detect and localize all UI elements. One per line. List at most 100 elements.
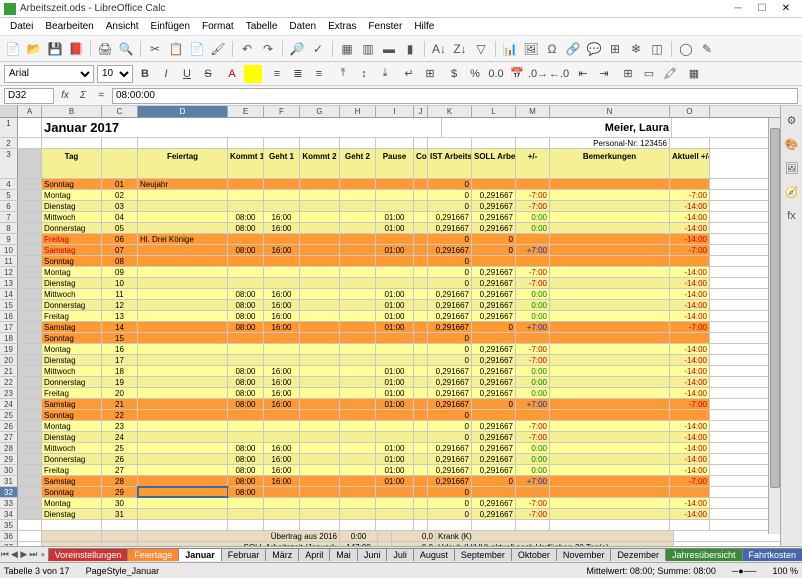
bold-button[interactable]: B [136,65,154,83]
cell[interactable]: Sonntag [42,410,102,420]
undo-icon[interactable]: ↶ [238,40,256,58]
cell[interactable] [138,399,228,409]
cell[interactable] [228,498,264,508]
cell[interactable] [138,223,228,233]
cell[interactable] [138,201,228,211]
cell[interactable] [414,256,428,266]
col-header-F[interactable]: F [264,106,300,117]
cell[interactable] [340,278,376,288]
cell[interactable] [300,311,340,321]
menu-bearbeiten[interactable]: Bearbeiten [39,19,99,34]
sum-icon[interactable]: Σ [76,89,90,103]
cell[interactable]: 16:00 [264,322,300,332]
freeze-icon[interactable]: ❄ [627,40,645,58]
col-header-O[interactable]: O [670,106,710,117]
cell[interactable]: -14:00 [670,300,710,310]
cell[interactable]: 16:00 [264,377,300,387]
cell[interactable]: 0 [428,487,472,497]
cell[interactable]: 0,291667 [472,212,516,222]
row-header[interactable]: 15 [0,300,18,310]
cell[interactable]: Dienstag [42,201,102,211]
cell[interactable] [550,333,670,343]
save-icon[interactable]: 💾 [46,40,64,58]
cell[interactable] [300,278,340,288]
cell[interactable]: -14:00 [670,388,710,398]
cell[interactable]: 0 [428,234,472,244]
cell[interactable] [18,542,42,546]
cell[interactable] [300,179,340,189]
cell[interactable]: 08:00 [228,289,264,299]
col-header-M[interactable]: M [516,106,550,117]
cell[interactable]: Donnerstag [42,300,102,310]
cell[interactable] [516,333,550,343]
cell[interactable]: 0:00 [516,388,550,398]
cell[interactable] [138,432,228,442]
col-header-D[interactable]: D [138,106,228,117]
cell[interactable] [18,355,42,365]
tab-prev[interactable]: ◀ [10,549,20,560]
spreadsheet[interactable]: ABCDEFGHIJKLMNO 1Januar 2017Meier, Laura… [0,106,780,546]
sort-asc-icon[interactable]: A↓ [430,40,448,58]
cell[interactable] [102,520,138,530]
cell[interactable] [414,322,428,332]
cell[interactable]: 0 [428,509,472,519]
cell[interactable]: Personal-Nr: 123456 [550,138,670,148]
cell[interactable] [550,487,670,497]
cell[interactable]: 10 [102,278,138,288]
cell[interactable]: 08:00 [228,223,264,233]
cell[interactable]: Samstag [42,399,102,409]
menu-tabelle[interactable]: Tabelle [240,19,284,34]
cell[interactable]: 16:00 [264,443,300,453]
cell[interactable]: Donnerstag [42,377,102,387]
cell[interactable] [414,443,428,453]
cell[interactable] [340,443,376,453]
cell[interactable]: 0,291667 [472,509,516,519]
cell[interactable] [18,322,42,332]
cell[interactable]: SOLL Arbeitszeit (Januar): [138,542,340,546]
cell[interactable] [18,289,42,299]
cell[interactable]: 0,291667 [428,212,472,222]
cell[interactable]: 0,291667 [472,432,516,442]
cell[interactable] [102,542,138,546]
cell[interactable]: 06 [102,234,138,244]
cell[interactable]: 16:00 [264,300,300,310]
row-header[interactable]: 34 [0,509,18,519]
row-header[interactable]: 23 [0,388,18,398]
cell[interactable]: Hl. Drei Könige [138,234,228,244]
cell[interactable]: 09 [102,267,138,277]
cell[interactable] [18,234,42,244]
tab-voreinstellungen[interactable]: Voreinstellungen [48,548,129,561]
cell[interactable] [516,520,550,530]
cell[interactable] [300,322,340,332]
col-header-I[interactable]: I [376,106,414,117]
cell[interactable] [228,179,264,189]
cell[interactable] [414,278,428,288]
link-icon[interactable]: 🔗 [564,40,582,58]
cell[interactable]: 0,291667 [472,300,516,310]
cell[interactable]: 08:00 [228,322,264,332]
cell[interactable] [340,509,376,519]
tab-april[interactable]: April [298,548,330,561]
cell[interactable]: 0 [428,256,472,266]
cell[interactable] [300,234,340,244]
cell[interactable]: 0:00 [516,300,550,310]
row-header[interactable]: 33 [0,498,18,508]
cell[interactable] [414,179,428,189]
cell[interactable] [300,421,340,431]
cell[interactable] [550,289,670,299]
cell[interactable] [414,366,428,376]
cell[interactable] [472,179,516,189]
cell[interactable] [550,388,670,398]
paste-icon[interactable]: 📄 [188,40,206,58]
cell[interactable]: Krank (K) [436,531,674,541]
cell[interactable]: 08:00 [228,487,264,497]
delrow-icon[interactable]: ▬ [380,40,398,58]
cell[interactable] [376,201,414,211]
cell[interactable]: Montag [42,421,102,431]
cell[interactable] [18,149,42,178]
cell[interactable]: 147:00 [340,542,378,546]
cell[interactable]: 0:00 [516,289,550,299]
cell[interactable] [18,498,42,508]
row-header[interactable]: 20 [0,355,18,365]
date-button[interactable]: 📅 [508,65,526,83]
